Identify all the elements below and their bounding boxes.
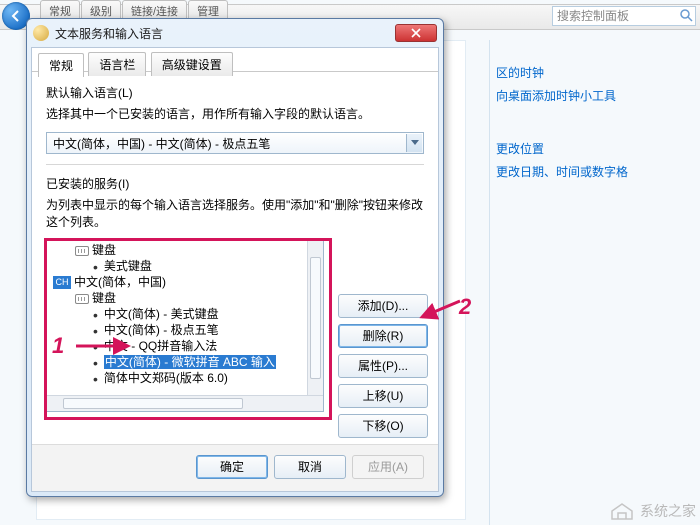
input-language-tree[interactable]: 键盘美式键盘CH中文(简体，中国)键盘中文(简体) - 美式键盘中文(简体) -…	[46, 240, 324, 412]
watermark: 系统之家	[608, 501, 696, 521]
dialog-button-row: 确定 取消 应用(A)	[32, 444, 438, 491]
tab-language-bar[interactable]: 语言栏	[88, 52, 146, 76]
remove-button[interactable]: 删除(R)	[338, 324, 428, 348]
tree-node-label: 中文(简体) - 美式键盘	[104, 307, 219, 321]
move-up-button[interactable]: 上移(U)	[338, 384, 428, 408]
house-icon	[608, 501, 636, 521]
tree-node-label: 键盘	[92, 243, 116, 257]
annotation-arrow-1-icon	[74, 336, 134, 356]
link-change-location[interactable]: 更改位置	[496, 140, 696, 157]
combo-value: 中文(简体，中国) - 中文(简体) - 极点五笔	[53, 137, 270, 151]
dialog-tabs: 常规 语言栏 高级键设置	[32, 48, 438, 72]
tree-node-label: 美式键盘	[104, 259, 152, 273]
tree-node[interactable]: 键盘	[47, 290, 307, 306]
apply-button[interactable]: 应用(A)	[352, 455, 424, 479]
scrollbar-horizontal[interactable]	[47, 395, 323, 411]
globe-icon	[33, 25, 49, 41]
annotation-arrow-2-icon	[418, 297, 464, 321]
installed-label: 已安装的服务(I)	[46, 175, 424, 192]
tab-advanced-keys[interactable]: 高级键设置	[151, 52, 233, 76]
default-language-combo[interactable]: 中文(简体，中国) - 中文(简体) - 极点五笔	[46, 132, 424, 154]
scrollbar-vertical[interactable]	[307, 241, 323, 395]
installed-desc: 为列表中显示的每个输入语言选择服务。使用"添加"和"删除"按钮来修改这个列表。	[46, 196, 424, 230]
tree-node-label: 中文(简体，中国)	[74, 275, 166, 289]
search-input[interactable]: 搜索控制面板	[552, 6, 696, 26]
tree-node-label: 中文(简体) - 微软拼音 ABC 输入	[104, 355, 276, 369]
tree-node[interactable]: 中文(简体) - 美式键盘	[47, 306, 307, 322]
language-badge-icon: CH	[53, 276, 71, 289]
keyboard-icon	[75, 294, 89, 304]
dialog-client: 常规 语言栏 高级键设置 默认输入语言(L) 选择其中一个已安装的语言，用作所有…	[31, 47, 439, 492]
arrow-left-icon	[9, 9, 23, 23]
tree-node[interactable]: 键盘	[47, 242, 307, 258]
separator	[46, 164, 424, 165]
close-icon	[411, 28, 421, 38]
ok-button[interactable]: 确定	[196, 455, 268, 479]
tree-node[interactable]: 美式键盘	[47, 258, 307, 274]
tab-general[interactable]: 常规	[38, 53, 84, 77]
text-services-dialog: 文本服务和输入语言 常规 语言栏 高级键设置 默认输入语言(L) 选择其中一个已…	[26, 18, 444, 497]
search-placeholder: 搜索控制面板	[557, 9, 629, 23]
watermark-text: 系统之家	[640, 501, 696, 521]
tree-node-label: 中文(简体) - 极点五笔	[104, 323, 219, 337]
add-button[interactable]: 添加(D)...	[338, 294, 428, 318]
divider	[489, 40, 490, 525]
default-lang-desc: 选择其中一个已安装的语言，用作所有输入字段的默认语言。	[46, 105, 424, 122]
properties-button[interactable]: 属性(P)...	[338, 354, 428, 378]
tree-node[interactable]: 简体中文郑码(版本 6.0)	[47, 370, 307, 386]
chevron-down-icon	[406, 134, 422, 152]
default-lang-label: 默认输入语言(L)	[46, 84, 424, 101]
dialog-titlebar[interactable]: 文本服务和输入语言	[27, 19, 443, 47]
tree-side-buttons: 添加(D)... 删除(R) 属性(P)... 上移(U) 下移(O)	[338, 240, 428, 438]
tree-node[interactable]: CH中文(简体，中国)	[47, 274, 307, 290]
right-link-panel: 区的时钟 向桌面添加时钟小工具 更改位置 更改日期、时间或数字格	[496, 58, 696, 216]
keyboard-icon	[75, 246, 89, 256]
annotation-number-1: 1	[52, 333, 64, 359]
link-add-clock-widget[interactable]: 向桌面添加时钟小工具	[496, 87, 696, 104]
close-button[interactable]	[395, 24, 437, 42]
cancel-button[interactable]: 取消	[274, 455, 346, 479]
tree-node-label: 简体中文郑码(版本 6.0)	[104, 371, 228, 385]
link-clock-zone[interactable]: 区的时钟	[496, 64, 696, 81]
tree-node-label: 键盘	[92, 291, 116, 305]
link-change-date-format[interactable]: 更改日期、时间或数字格	[496, 163, 696, 180]
move-down-button[interactable]: 下移(O)	[338, 414, 428, 438]
search-icon	[679, 8, 693, 22]
tab-content: 默认输入语言(L) 选择其中一个已安装的语言，用作所有输入字段的默认语言。 中文…	[32, 72, 438, 444]
dialog-title: 文本服务和输入语言	[55, 25, 395, 42]
tree-node[interactable]: 中文(简体) - 微软拼音 ABC 输入	[47, 354, 307, 370]
